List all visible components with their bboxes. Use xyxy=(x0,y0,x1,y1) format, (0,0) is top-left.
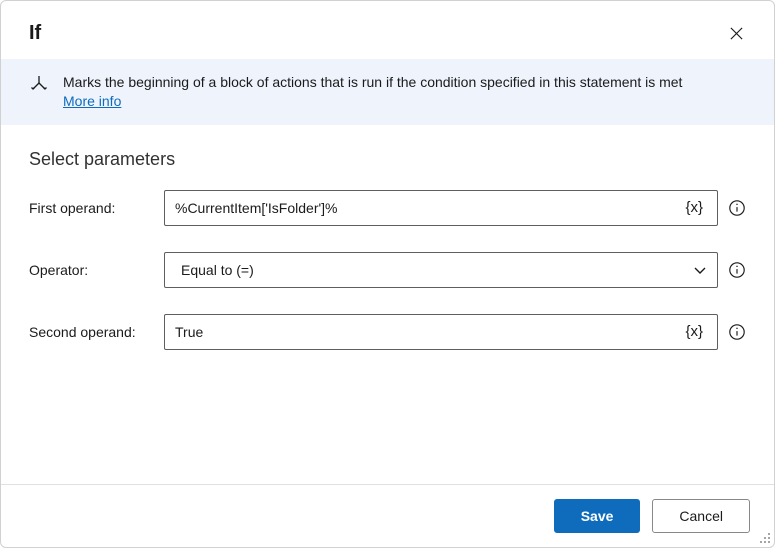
info-banner: Marks the beginning of a block of action… xyxy=(1,59,774,125)
first-operand-input-box[interactable]: {x} xyxy=(164,190,718,226)
if-action-dialog: If Marks the beginning of a block of act… xyxy=(0,0,775,548)
chevron-down-icon xyxy=(693,263,707,277)
info-icon[interactable] xyxy=(728,261,746,279)
variable-picker-icon[interactable]: {x} xyxy=(681,323,707,340)
resize-handle[interactable] xyxy=(758,531,772,545)
operator-value: Equal to (=) xyxy=(181,262,693,278)
first-operand-row: First operand: {x} xyxy=(29,190,746,226)
close-button[interactable] xyxy=(722,19,750,47)
second-operand-input[interactable] xyxy=(175,324,681,340)
section-title: Select parameters xyxy=(29,149,746,170)
dialog-header: If xyxy=(1,1,774,59)
dialog-footer: Save Cancel xyxy=(1,484,774,547)
branch-icon xyxy=(29,75,49,95)
save-button[interactable]: Save xyxy=(554,499,641,533)
dialog-content: Select parameters First operand: {x} Ope… xyxy=(1,125,774,484)
info-banner-content: Marks the beginning of a block of action… xyxy=(63,73,682,111)
second-operand-input-box[interactable]: {x} xyxy=(164,314,718,350)
second-operand-wrap: {x} xyxy=(164,314,746,350)
more-info-link[interactable]: More info xyxy=(63,93,121,109)
info-icon[interactable] xyxy=(728,323,746,341)
info-icon[interactable] xyxy=(728,199,746,217)
first-operand-label: First operand: xyxy=(29,200,164,216)
first-operand-wrap: {x} xyxy=(164,190,746,226)
variable-picker-icon[interactable]: {x} xyxy=(681,199,707,216)
operator-row: Operator: Equal to (=) xyxy=(29,252,746,288)
second-operand-row: Second operand: {x} xyxy=(29,314,746,350)
operator-label: Operator: xyxy=(29,262,164,278)
operator-wrap: Equal to (=) xyxy=(164,252,746,288)
first-operand-input[interactable] xyxy=(175,200,681,216)
cancel-button[interactable]: Cancel xyxy=(652,499,750,533)
second-operand-label: Second operand: xyxy=(29,324,164,340)
banner-description: Marks the beginning of a block of action… xyxy=(63,74,682,90)
dialog-title: If xyxy=(29,22,41,45)
operator-select[interactable]: Equal to (=) xyxy=(164,252,718,288)
close-icon xyxy=(729,26,744,41)
